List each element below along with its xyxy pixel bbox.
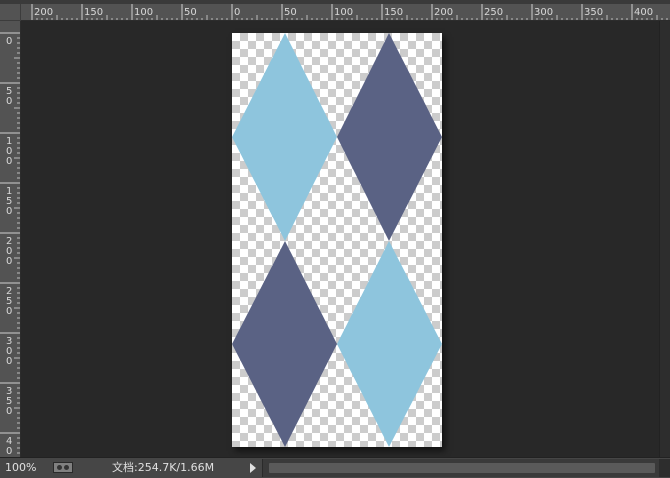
v-ruler-label: 0 bbox=[6, 356, 12, 367]
h-ruler-label: 350 bbox=[584, 7, 603, 18]
v-ruler-label: 0 bbox=[6, 256, 12, 267]
v-ruler-label: 0 bbox=[6, 446, 12, 457]
h-ruler-label: 0 bbox=[234, 7, 240, 18]
vertical-scrollbar[interactable] bbox=[659, 21, 670, 457]
v-ruler-label: 0 bbox=[6, 96, 12, 107]
diamond-top-left bbox=[232, 33, 337, 241]
diamond-bottom-left bbox=[232, 241, 337, 447]
v-ruler-label: 0 bbox=[6, 156, 12, 167]
horizontal-scrollbar[interactable] bbox=[262, 459, 670, 477]
status-bar: 100% 文档:254.7K/1.66M bbox=[0, 457, 670, 478]
h-ruler-label: 150 bbox=[84, 7, 103, 18]
vertical-ruler[interactable]: 05010015020025030035040 bbox=[0, 21, 21, 457]
zoom-level-field[interactable]: 100% bbox=[5, 461, 43, 475]
h-ruler-label: 150 bbox=[384, 7, 403, 18]
h-ruler-label: 100 bbox=[134, 7, 153, 18]
horizontal-ruler[interactable]: 200 150 100 50 0 50 100 150 200 250 300 350 400 bbox=[21, 4, 670, 21]
document-size-info: 文档:254.7K/1.66M bbox=[112, 461, 215, 474]
v-ruler-label: 0 bbox=[6, 406, 12, 417]
ruler-origin-corner[interactable] bbox=[0, 4, 21, 21]
h-ruler-label: 200 bbox=[434, 7, 453, 18]
horizontal-ruler-marks: 200 150 100 50 0 50 100 150 200 250 300 350 400 bbox=[31, 4, 668, 20]
menu-arrow-icon[interactable] bbox=[250, 463, 256, 473]
vertical-ruler-marks: 05010015020025030035040 bbox=[0, 32, 20, 457]
h-ruler-label: 200 bbox=[34, 7, 53, 18]
artwork bbox=[232, 33, 442, 447]
document-profile-icon[interactable] bbox=[53, 462, 73, 473]
photoshop-window: 200 150 100 50 0 50 100 150 200 250 300 350 400 0 50 1… bbox=[0, 0, 670, 478]
h-ruler-label: 50 bbox=[184, 7, 197, 18]
diamond-top-right bbox=[337, 33, 442, 241]
h-ruler-label: 50 bbox=[284, 7, 297, 18]
v-ruler-label: 0 bbox=[6, 36, 12, 47]
diamond-bottom-right bbox=[337, 241, 442, 447]
h-ruler-label: 400 bbox=[634, 7, 653, 18]
h-ruler-label: 300 bbox=[534, 7, 553, 18]
h-ruler-label: 250 bbox=[484, 7, 503, 18]
document-canvas[interactable] bbox=[232, 33, 442, 447]
v-ruler-label: 0 bbox=[6, 206, 12, 217]
v-ruler-label: 0 bbox=[6, 306, 12, 317]
h-ruler-label: 100 bbox=[334, 7, 353, 18]
canvas-workspace[interactable] bbox=[21, 21, 659, 457]
horizontal-scroll-thumb[interactable] bbox=[269, 463, 655, 473]
scroll-corner bbox=[659, 459, 670, 477]
